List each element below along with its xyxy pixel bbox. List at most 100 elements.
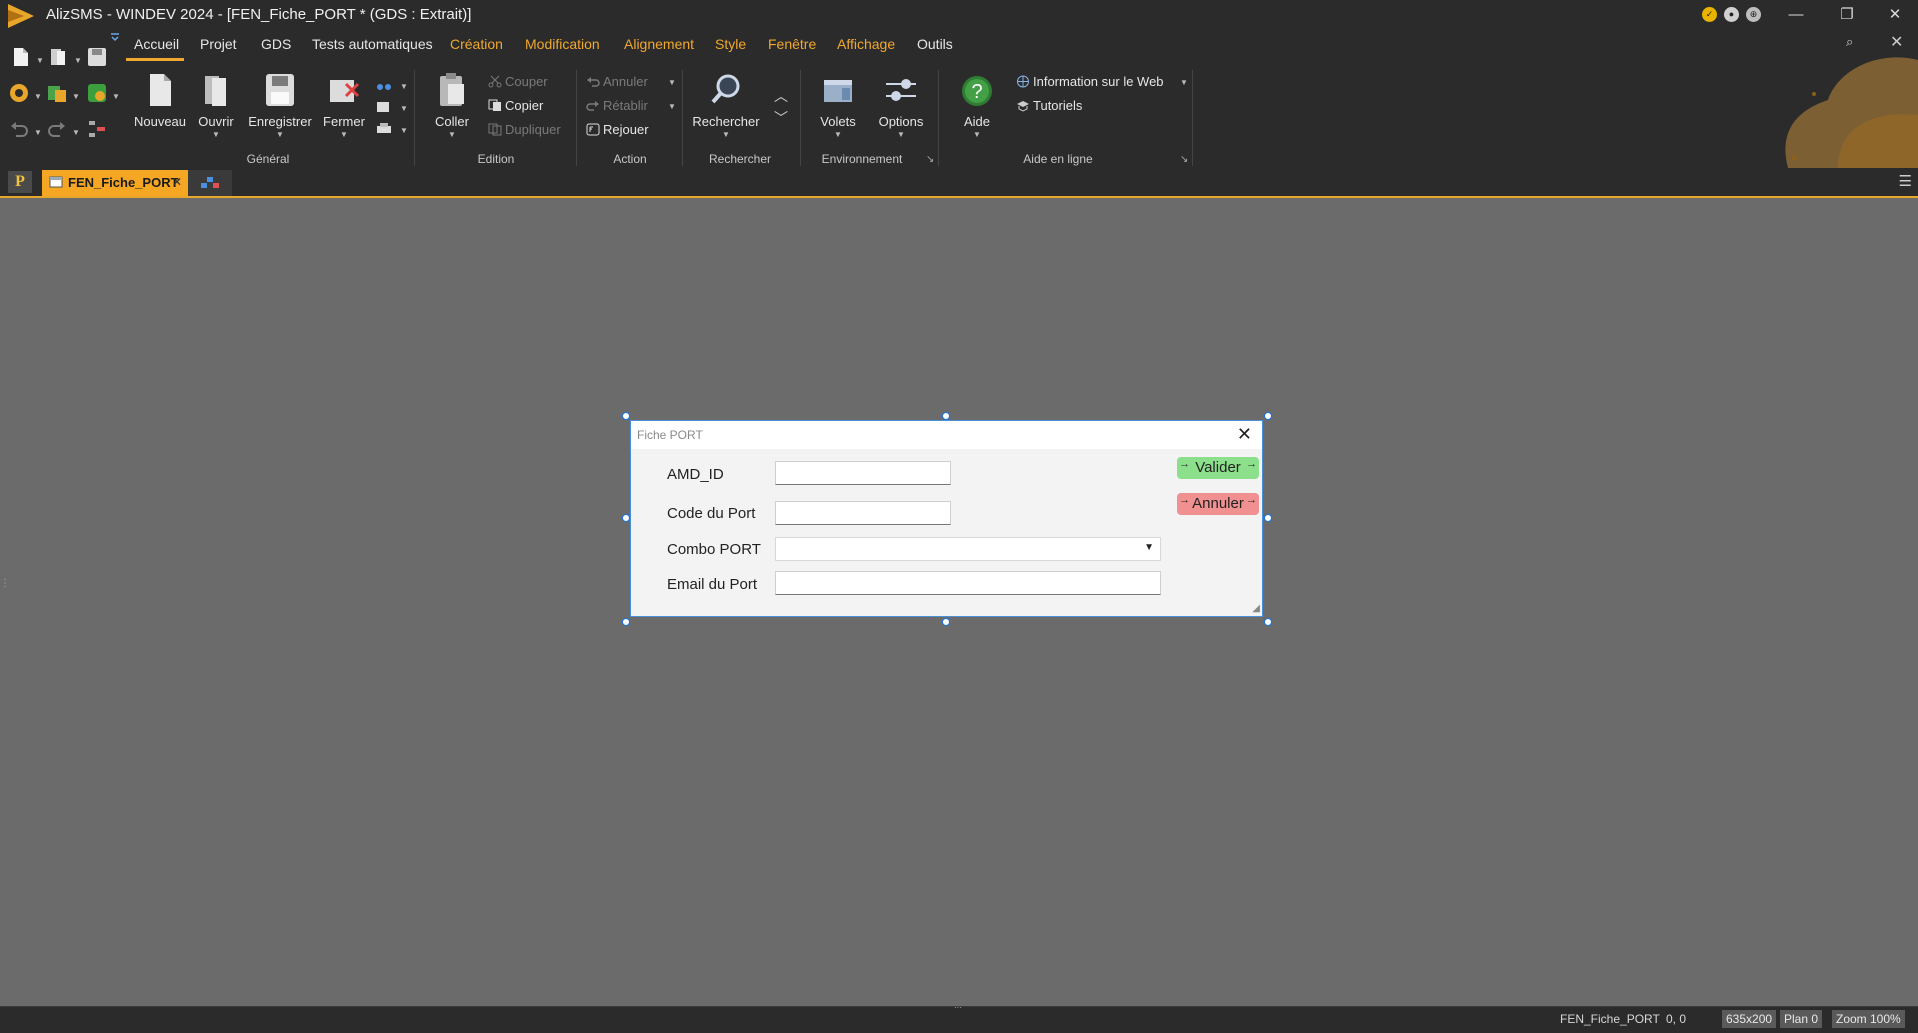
tab-gds[interactable]: GDS xyxy=(261,36,291,52)
close-window-button[interactable]: ✕ xyxy=(1872,0,1918,30)
chevron-down-icon[interactable]: ▼ xyxy=(400,104,408,113)
chevron-down-icon[interactable]: ﹀ xyxy=(774,108,788,128)
status-plan: Plan 0 xyxy=(1780,1010,1823,1028)
pin-icon[interactable]: ⌕ xyxy=(1846,34,1853,50)
resize-handle-top-left[interactable] xyxy=(622,412,630,420)
build-icon[interactable] xyxy=(46,82,68,104)
left-splitter-handle[interactable]: ⋮ xyxy=(0,578,10,589)
chevron-down-icon[interactable]: ▼ xyxy=(246,130,314,139)
chevron-down-icon[interactable]: ▼ xyxy=(812,130,864,139)
doc-tab-analysis[interactable] xyxy=(188,170,232,196)
restore-button[interactable]: ❐ xyxy=(1824,0,1870,30)
combo-port-select[interactable]: ▼ xyxy=(775,537,1161,561)
chevron-down-icon[interactable]: ▼ xyxy=(668,102,676,111)
close-ribbon-icon[interactable]: ✕ xyxy=(1890,32,1903,52)
quick-access-toolbar: ▼ ▼ ▼ ▼ ▼ ▼ ▼ xyxy=(0,30,122,168)
chevron-down-icon[interactable]: ▼ xyxy=(320,130,368,139)
retablir-button[interactable]: Rétablir xyxy=(586,98,648,113)
dialog-launcher-icon[interactable]: ↘ xyxy=(926,154,934,165)
doc-tab-fen-fiche-port[interactable]: FEN_Fiche_PORT ✕ xyxy=(42,170,188,196)
layout-icon[interactable] xyxy=(86,118,108,140)
valider-button[interactable]: → Valider → xyxy=(1177,457,1259,479)
chevron-down-icon[interactable]: ▼ xyxy=(400,126,408,135)
tab-alignement[interactable]: Alignement xyxy=(624,36,694,52)
chevron-down-icon[interactable]: ▼ xyxy=(112,92,120,101)
dialog-launcher-icon[interactable]: ↘ xyxy=(1180,154,1188,165)
form-title-bar[interactable]: Fiche PORT ✕ xyxy=(631,421,1262,449)
resize-handle-bottom[interactable] xyxy=(942,618,950,626)
chevron-down-icon[interactable]: ▼ xyxy=(72,92,80,101)
chevron-down-icon[interactable]: ▼ xyxy=(1144,542,1154,553)
splitter-grip-icon[interactable]: ⋯ xyxy=(954,1003,962,1012)
tutoriels-button[interactable]: Tutoriels xyxy=(1016,98,1082,113)
amd-id-input[interactable] xyxy=(775,461,951,485)
gds-status-icon[interactable]: ✓ xyxy=(1702,7,1717,22)
tab-accueil[interactable]: Accueil xyxy=(134,36,179,52)
code-port-input[interactable] xyxy=(775,501,951,525)
resize-handle-right[interactable] xyxy=(1264,514,1272,522)
annuler-action-button[interactable]: Annuler xyxy=(586,74,648,89)
project-button[interactable]: P xyxy=(8,171,32,193)
chevron-down-icon[interactable]: ▼ xyxy=(36,56,44,65)
annuler-button[interactable]: → Annuler → xyxy=(1177,493,1259,515)
information-web-button[interactable]: Information sur le Web xyxy=(1016,74,1164,89)
resize-handle-bottom-left[interactable] xyxy=(622,618,630,626)
rejouer-button[interactable]: Rejouer xyxy=(586,122,649,137)
hamburger-menu-icon[interactable]: ☰ xyxy=(1899,172,1912,190)
undo-icon[interactable] xyxy=(8,118,30,140)
customize-qat-icon[interactable] xyxy=(110,32,120,42)
resize-handle-top[interactable] xyxy=(942,412,950,420)
save-icon[interactable] xyxy=(86,46,108,68)
windev-logo-icon[interactable] xyxy=(6,2,36,30)
chevron-down-icon[interactable]: ▼ xyxy=(74,56,82,65)
tab-tests-automatiques[interactable]: Tests automatiques xyxy=(312,36,433,52)
resize-handle-top-right[interactable] xyxy=(1264,412,1272,420)
chevron-down-icon[interactable]: ▼ xyxy=(668,78,676,87)
globe-icon[interactable]: ⊕ xyxy=(1746,7,1761,22)
redo-icon[interactable] xyxy=(46,118,68,140)
tab-modification[interactable]: Modification xyxy=(525,36,600,52)
chevron-down-icon[interactable]: ▼ xyxy=(400,82,408,91)
copier-button[interactable]: Copier xyxy=(488,98,543,113)
chevron-down-icon[interactable]: ▼ xyxy=(34,92,42,101)
tab-style[interactable]: Style xyxy=(715,36,746,52)
chevron-down-icon[interactable]: ▼ xyxy=(690,130,762,139)
minimize-button[interactable]: — xyxy=(1773,0,1819,30)
chevron-down-icon[interactable]: ▼ xyxy=(1180,78,1188,87)
tab-projet[interactable]: Projet xyxy=(200,36,237,52)
open-file-icon[interactable] xyxy=(48,46,70,68)
tab-creation[interactable]: Création xyxy=(450,36,503,52)
run-test-icon[interactable] xyxy=(86,82,108,104)
email-port-input[interactable] xyxy=(775,571,1161,595)
tab-fenetre[interactable]: Fenêtre xyxy=(768,36,816,52)
resize-grip-icon[interactable]: ◢ xyxy=(1252,603,1260,614)
chevron-down-icon[interactable]: ▼ xyxy=(34,128,42,137)
resize-handle-bottom-right[interactable] xyxy=(1264,618,1272,626)
export-icon[interactable] xyxy=(376,100,392,114)
form-close-button[interactable]: ✕ xyxy=(1237,424,1252,445)
dupliquer-button[interactable]: Dupliquer xyxy=(488,122,561,137)
chevron-down-icon[interactable]: ▼ xyxy=(72,128,80,137)
group-label-general: Général xyxy=(246,152,290,166)
chevron-down-icon[interactable]: ▼ xyxy=(192,130,240,139)
couper-button[interactable]: Couper xyxy=(488,74,548,89)
chevron-up-icon[interactable]: ︿ xyxy=(774,86,788,106)
user-status-icon[interactable]: ● xyxy=(1724,7,1739,22)
retablir-label: Rétablir xyxy=(603,98,648,113)
close-tab-icon[interactable]: ✕ xyxy=(172,175,182,189)
chevron-down-icon[interactable]: ▼ xyxy=(428,130,476,139)
multi-window-icon[interactable] xyxy=(376,78,392,92)
code-port-label: Code du Port xyxy=(667,505,756,522)
fiche-port-window[interactable]: Fiche PORT ✕ AMD_ID Code du Port Combo P… xyxy=(630,420,1263,617)
analysis-diagram-icon xyxy=(201,177,219,188)
fermer-label: Fermer xyxy=(323,114,365,129)
chevron-down-icon[interactable]: ▼ xyxy=(874,130,928,139)
gear-64-icon[interactable] xyxy=(8,82,30,104)
print-icon[interactable] xyxy=(376,122,392,136)
status-zoom[interactable]: Zoom 100% xyxy=(1832,1010,1905,1028)
tab-outils[interactable]: Outils xyxy=(917,36,953,52)
tab-affichage[interactable]: Affichage xyxy=(837,36,895,52)
chevron-down-icon[interactable]: ▼ xyxy=(952,130,1002,139)
new-file-icon[interactable] xyxy=(10,46,32,68)
resize-handle-left[interactable] xyxy=(622,514,630,522)
